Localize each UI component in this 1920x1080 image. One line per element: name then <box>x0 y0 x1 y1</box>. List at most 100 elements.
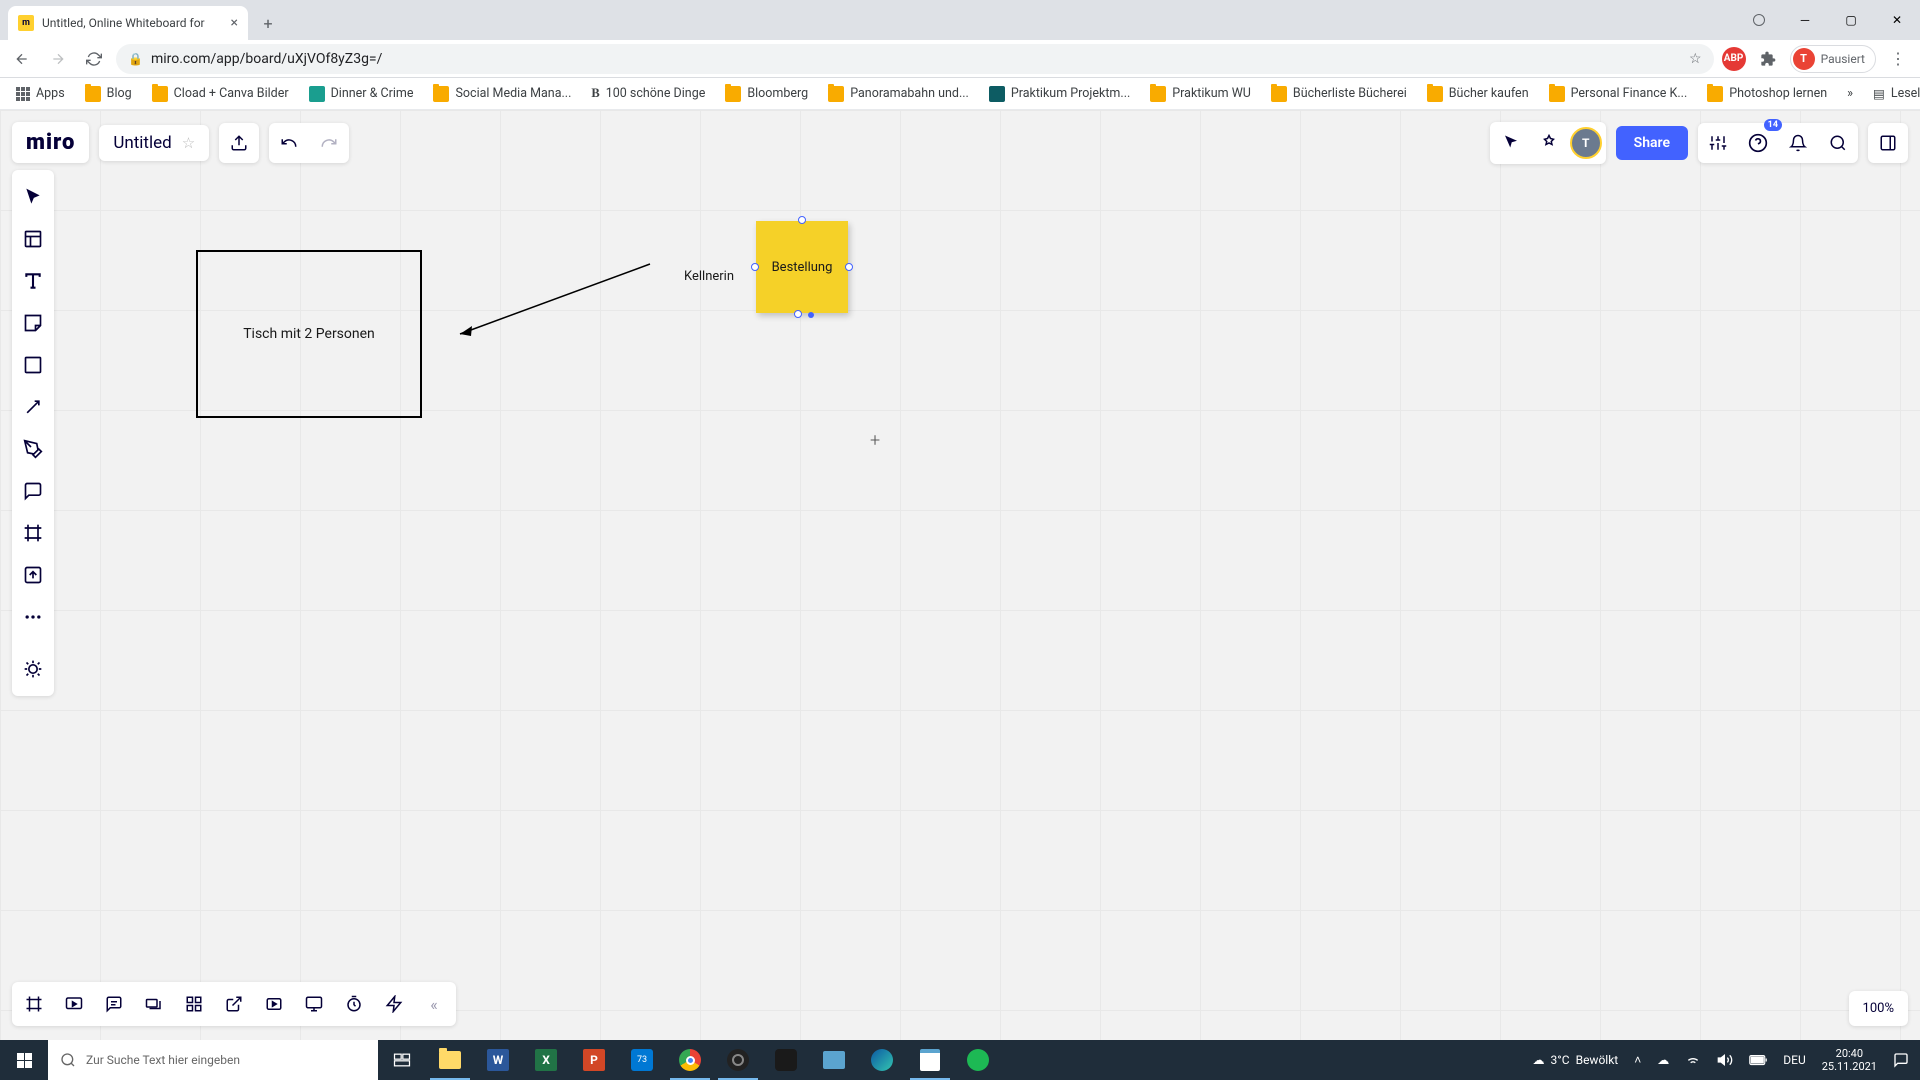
chrome-icon[interactable] <box>666 1040 714 1080</box>
spotify-icon[interactable] <box>954 1040 1002 1080</box>
cursor-tool-icon[interactable] <box>1494 126 1528 160</box>
tray-chevron-icon[interactable]: ˄ <box>1627 1040 1648 1080</box>
frame-tool[interactable] <box>12 512 54 554</box>
reload-button[interactable] <box>80 45 108 73</box>
window-close[interactable]: ✕ <box>1874 0 1920 40</box>
timer-icon[interactable] <box>334 984 374 1024</box>
window-maximize[interactable]: ▢ <box>1828 0 1874 40</box>
network-icon[interactable] <box>1678 1040 1708 1080</box>
grid-icon[interactable] <box>174 984 214 1024</box>
chrome-menu-icon[interactable]: ⋮ <box>1884 45 1912 73</box>
extensions-icon[interactable] <box>1754 45 1782 73</box>
notepad-icon[interactable] <box>906 1040 954 1080</box>
new-tab-button[interactable]: + <box>254 9 282 37</box>
browser-tab[interactable]: m Untitled, Online Whiteboard for × <box>8 6 248 40</box>
explorer-icon[interactable] <box>426 1040 474 1080</box>
settings-icon[interactable] <box>1698 123 1738 163</box>
resize-handle-right[interactable] <box>845 263 853 271</box>
app-icon-2[interactable] <box>762 1040 810 1080</box>
star-bookmark-icon[interactable]: ☆ <box>1689 51 1702 67</box>
onedrive-icon[interactable]: ☁ <box>1650 1040 1676 1080</box>
volume-icon[interactable] <box>1710 1040 1740 1080</box>
bookmark-item[interactable]: Praktikum Projektm... <box>981 82 1138 106</box>
bookmark-item[interactable]: Bücherliste Bücherei <box>1263 82 1415 106</box>
reading-list-button[interactable]: ▤Leseliste <box>1865 82 1920 106</box>
rectangle-shape[interactable]: Tisch mit 2 Personen <box>196 250 422 418</box>
weather-widget[interactable]: ☁ 3°C Bewölkt <box>1526 1040 1626 1080</box>
comments-panel-icon[interactable] <box>94 984 134 1024</box>
line-tool[interactable] <box>12 386 54 428</box>
bookmark-item[interactable]: Photoshop lernen <box>1699 82 1835 106</box>
user-avatar[interactable]: T <box>1570 127 1602 159</box>
tab-close-icon[interactable]: × <box>231 15 238 31</box>
help-icon[interactable] <box>1738 123 1778 163</box>
video-icon[interactable] <box>254 984 294 1024</box>
activity-panel-icon[interactable] <box>1868 123 1908 163</box>
action-center-icon[interactable] <box>1886 1040 1916 1080</box>
battery-icon[interactable] <box>1742 1040 1774 1080</box>
bookmark-item[interactable]: Bücher kaufen <box>1419 82 1537 106</box>
shape-tool[interactable] <box>12 344 54 386</box>
templates-tool[interactable] <box>12 218 54 260</box>
task-view-icon[interactable] <box>378 1040 426 1080</box>
word-icon[interactable]: W <box>474 1040 522 1080</box>
cards-icon[interactable] <box>134 984 174 1024</box>
voting-icon[interactable] <box>374 984 414 1024</box>
redo-button[interactable] <box>309 123 349 163</box>
link-icon[interactable] <box>214 984 254 1024</box>
back-button[interactable] <box>8 45 36 73</box>
bookmark-overflow[interactable]: » <box>1839 82 1861 106</box>
bookmark-item[interactable]: B100 schöne Dinge <box>583 82 713 105</box>
undo-button[interactable] <box>269 123 309 163</box>
search-icon[interactable] <box>1818 123 1858 163</box>
share-button[interactable]: Share <box>1616 126 1688 160</box>
miro-logo[interactable]: miro <box>12 122 89 163</box>
resize-handle-top[interactable] <box>798 216 806 224</box>
clock[interactable]: 20:40 25.11.2021 <box>1815 1040 1884 1080</box>
board-name[interactable]: Untitled ☆ <box>99 125 209 161</box>
reactions-icon[interactable] <box>1532 126 1566 160</box>
sticky-tool[interactable] <box>12 302 54 344</box>
upload-tool[interactable] <box>12 554 54 596</box>
select-tool[interactable] <box>12 176 54 218</box>
bookmark-item[interactable]: Social Media Mana... <box>425 82 579 106</box>
forward-button[interactable] <box>44 45 72 73</box>
bookmark-item[interactable]: Personal Finance K... <box>1541 82 1696 106</box>
arrow-line[interactable] <box>460 258 660 358</box>
star-icon[interactable]: ☆ <box>182 134 195 152</box>
rotation-handle[interactable] <box>808 312 814 318</box>
zoom-level[interactable]: 100% <box>1849 991 1908 1026</box>
presentation-icon[interactable] <box>54 984 94 1024</box>
excel-icon[interactable]: X <box>522 1040 570 1080</box>
extension-abp-icon[interactable]: ABP <box>1722 47 1746 71</box>
bookmark-item[interactable]: Cload + Canva Bilder <box>144 82 297 106</box>
pen-tool[interactable] <box>12 428 54 470</box>
edge-icon[interactable] <box>858 1040 906 1080</box>
window-minimize[interactable]: ─ <box>1782 0 1828 40</box>
resize-handle-bottom[interactable] <box>794 310 802 318</box>
obs-icon[interactable] <box>714 1040 762 1080</box>
export-button[interactable] <box>219 123 259 163</box>
profile-button[interactable]: T Pausiert <box>1790 45 1876 73</box>
bookmark-item[interactable]: Dinner & Crime <box>301 82 422 106</box>
resize-handle-left[interactable] <box>751 263 759 271</box>
start-button[interactable] <box>0 1040 48 1080</box>
sticky-note[interactable]: Bestellung <box>756 221 848 313</box>
collapse-icon[interactable]: « <box>414 984 454 1024</box>
notifications-icon[interactable] <box>1778 123 1818 163</box>
bookmark-item[interactable]: Bloomberg <box>717 82 816 106</box>
app-icon[interactable]: 73 <box>618 1040 666 1080</box>
text-tool[interactable] <box>12 260 54 302</box>
taskbar-search[interactable]: Zur Suche Text hier eingeben <box>48 1040 378 1080</box>
screen-icon[interactable] <box>294 984 334 1024</box>
bookmark-item[interactable]: Blog <box>77 82 140 106</box>
powerpoint-icon[interactable]: P <box>570 1040 618 1080</box>
line-label[interactable]: Kellnerin <box>684 269 734 284</box>
chrome-account-indicator[interactable] <box>1736 0 1782 40</box>
language-indicator[interactable]: DEU <box>1776 1040 1812 1080</box>
apps-tool[interactable] <box>12 648 54 690</box>
bookmark-item[interactable]: Praktikum WU <box>1142 82 1259 106</box>
bookmark-apps[interactable]: Apps <box>8 82 73 105</box>
frames-panel-icon[interactable] <box>14 984 54 1024</box>
more-tools[interactable] <box>12 596 54 638</box>
